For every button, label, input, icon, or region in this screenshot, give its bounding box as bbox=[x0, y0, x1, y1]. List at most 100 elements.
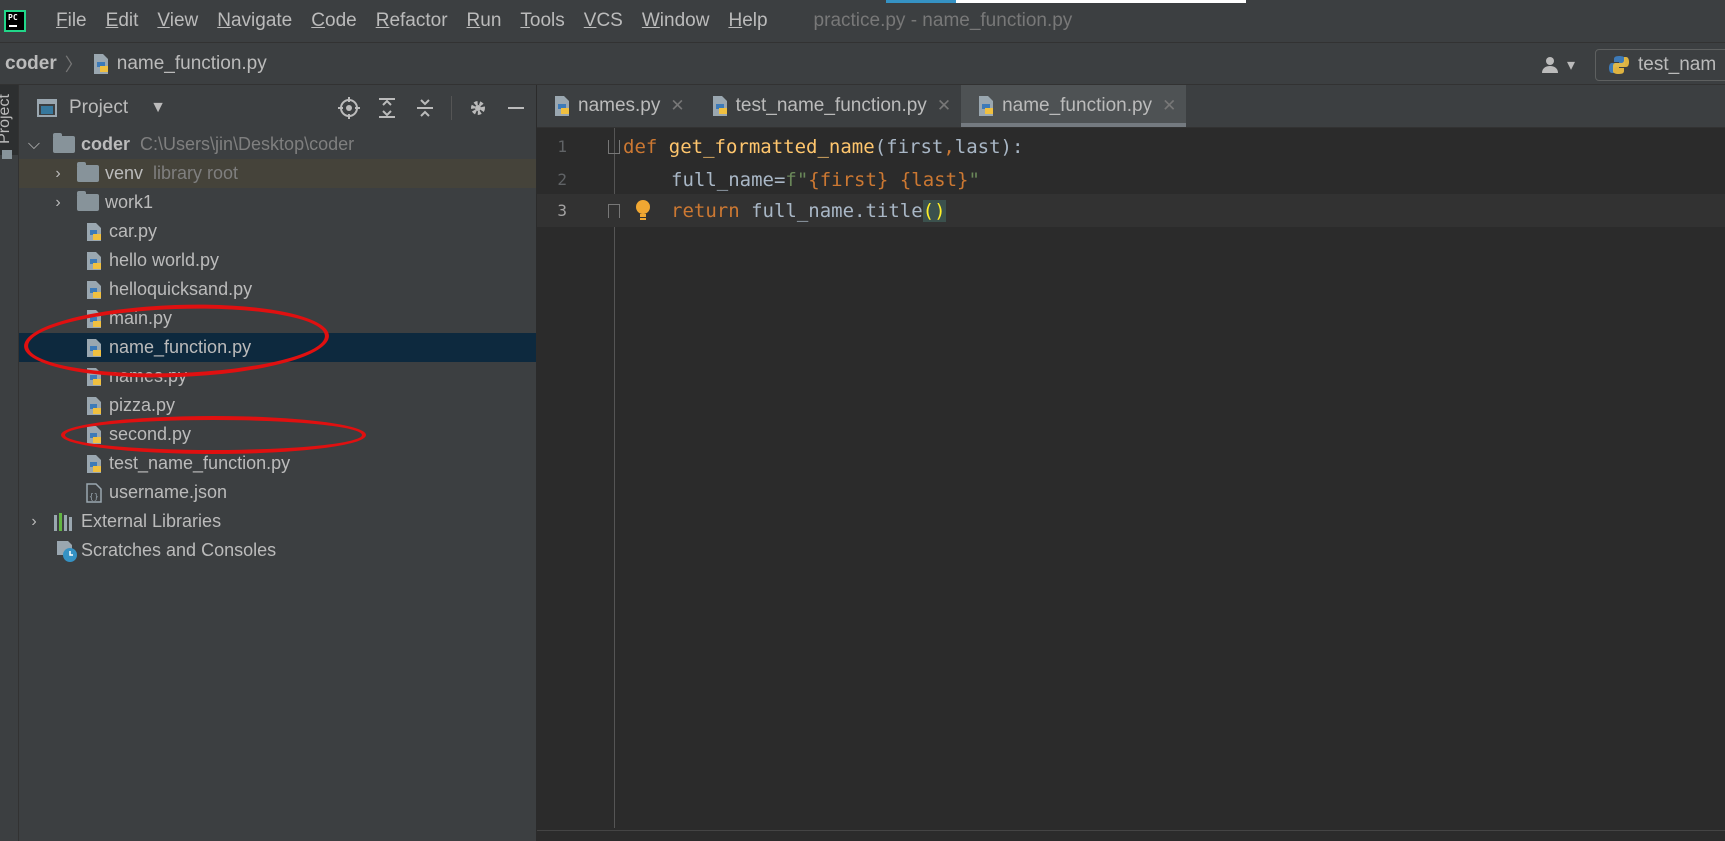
chevron-right-icon[interactable]: › bbox=[27, 513, 41, 531]
chevron-down-icon[interactable]: ▼ bbox=[150, 99, 166, 117]
folder-icon bbox=[53, 133, 75, 153]
menu-bar: PC File Edit View Navigate Code Refactor… bbox=[0, 0, 1725, 42]
toolbar-divider bbox=[451, 95, 452, 120]
tree-item-hello-world-py[interactable]: hello world.py bbox=[19, 246, 536, 275]
line-number: 2 bbox=[557, 170, 567, 189]
code-line-3[interactable]: 3 return full_name.title() bbox=[537, 194, 1725, 227]
tree-item-label: Scratches and Consoles bbox=[81, 540, 277, 560]
project-tab-label: Project bbox=[0, 94, 13, 144]
svg-text:{}: {} bbox=[89, 492, 99, 501]
tree-item-label: work1 bbox=[105, 192, 154, 212]
tree-item-pizza-py[interactable]: pizza.py bbox=[19, 391, 536, 420]
tree-item-label: venv bbox=[105, 163, 144, 183]
expand-all-icon[interactable] bbox=[375, 96, 399, 120]
menu-run[interactable]: Run bbox=[467, 10, 502, 32]
chevron-right-icon[interactable]: › bbox=[51, 165, 65, 183]
tree-item-test-name-function-py[interactable]: test_name_function.py bbox=[19, 449, 536, 478]
run-configuration-selector[interactable]: test_nam bbox=[1595, 48, 1725, 81]
string-token: f" bbox=[785, 168, 809, 191]
chevron-down-icon: ▾ bbox=[1566, 56, 1575, 74]
keyword-token: return bbox=[671, 199, 740, 222]
tab-name-function-py[interactable]: name_function.py ✕ bbox=[961, 85, 1187, 127]
json-file-icon: {} bbox=[86, 482, 102, 503]
menu-view[interactable]: View bbox=[157, 10, 198, 32]
user-icon bbox=[1541, 56, 1558, 73]
tree-item-scratches-and-consoles[interactable]: Scratches and Consoles bbox=[19, 536, 536, 565]
breadcrumb-separator: 〉 bbox=[64, 54, 83, 75]
editor-tab-bar: names.py ✕ test_name_function.py ✕ name_… bbox=[537, 85, 1725, 128]
breadcrumb-file[interactable]: name_function.py bbox=[117, 53, 267, 75]
tree-item-label: hello world.py bbox=[109, 250, 220, 270]
locate-icon[interactable] bbox=[337, 96, 361, 120]
close-icon[interactable]: ✕ bbox=[670, 96, 684, 116]
matched-brace: ) bbox=[934, 199, 946, 222]
chevron-right-icon[interactable]: › bbox=[51, 194, 65, 212]
menu-refactor[interactable]: Refactor bbox=[376, 10, 448, 32]
user-menu-button[interactable]: ▾ bbox=[1541, 55, 1575, 75]
code-line-1[interactable]: 1 def get_formatted_name(first,last): bbox=[537, 130, 1725, 163]
python-file-icon bbox=[87, 454, 101, 473]
line-number: 1 bbox=[557, 137, 567, 156]
menu-help[interactable]: Help bbox=[728, 10, 767, 32]
close-icon[interactable]: ✕ bbox=[937, 96, 951, 116]
python-file-icon bbox=[87, 280, 101, 299]
fold-marker-icon[interactable] bbox=[608, 204, 620, 218]
tab-names-py[interactable]: names.py ✕ bbox=[537, 85, 695, 127]
title-accent-bar-blue bbox=[886, 0, 956, 3]
tree-item-work1[interactable]: › work1 bbox=[19, 188, 536, 217]
python-icon bbox=[1609, 55, 1629, 74]
menu-code[interactable]: Code bbox=[311, 10, 356, 32]
python-file-icon bbox=[979, 96, 994, 116]
pycharm-logo-icon: PC bbox=[4, 10, 26, 32]
tree-item-label: External Libraries bbox=[81, 511, 222, 531]
folder-icon bbox=[77, 191, 99, 211]
tree-item-coder[interactable]: ⌵ coder C:\Users\jin\Desktop\coder bbox=[19, 130, 536, 159]
function-name-token: get_formatted_name bbox=[668, 135, 875, 158]
run-configuration-label: test_nam bbox=[1638, 53, 1717, 75]
collapse-all-icon[interactable] bbox=[413, 96, 437, 120]
tree-item-label: car.py bbox=[109, 221, 158, 241]
menu-edit[interactable]: Edit bbox=[106, 10, 139, 32]
menu-vcs[interactable]: VCS bbox=[584, 10, 623, 32]
code-editor[interactable]: 1 def get_formatted_name(first,last): 2 … bbox=[537, 128, 1725, 841]
minimize-icon[interactable] bbox=[504, 96, 528, 120]
project-panel-toolbar bbox=[337, 85, 528, 130]
menu-tools[interactable]: Tools bbox=[520, 10, 564, 32]
project-panel: Project ▼ ⌵ coder C:\Users\jin\Desktop\c… bbox=[19, 85, 537, 841]
breadcrumb-root[interactable]: coder bbox=[5, 53, 57, 75]
lightbulb-icon[interactable] bbox=[634, 199, 652, 221]
tree-item-external-libraries[interactable]: › External Libraries bbox=[19, 507, 536, 536]
left-tool-strip: Project bbox=[0, 85, 19, 841]
tab-test-name-function-py[interactable]: test_name_function.py ✕ bbox=[695, 85, 961, 127]
tree-item-subtitle: library root bbox=[153, 163, 239, 183]
window-title: practice.py - name_function.py bbox=[813, 10, 1073, 31]
keyword-token: def bbox=[623, 135, 658, 158]
tree-item-venv[interactable]: › venv library root bbox=[19, 159, 536, 188]
tree-item-label: username.json bbox=[109, 482, 228, 502]
gear-icon[interactable] bbox=[466, 96, 490, 120]
tree-item-label: helloquicksand.py bbox=[109, 279, 253, 299]
menu-window[interactable]: Window bbox=[642, 10, 710, 32]
library-icon bbox=[54, 512, 72, 531]
tree-item-helloquicksand-py[interactable]: helloquicksand.py bbox=[19, 275, 536, 304]
python-file-icon bbox=[555, 96, 569, 116]
menu-file[interactable]: File bbox=[56, 10, 87, 32]
tree-item-label: pizza.py bbox=[109, 395, 176, 415]
gutter-divider bbox=[614, 128, 615, 828]
menu-navigate[interactable]: Navigate bbox=[217, 10, 292, 32]
project-tool-window-tab[interactable]: Project bbox=[0, 85, 18, 155]
project-panel-title[interactable]: Project bbox=[69, 97, 128, 119]
project-panel-header: Project ▼ bbox=[19, 85, 536, 130]
python-file-icon bbox=[87, 222, 101, 241]
project-view-icon bbox=[37, 98, 57, 117]
tree-item-car-py[interactable]: car.py bbox=[19, 217, 536, 246]
navbar-right-tools: ▾ test_nam bbox=[1541, 43, 1725, 86]
scratches-icon bbox=[57, 540, 77, 562]
navigation-bar: coder 〉 name_function.py ▾ test_nam bbox=[0, 42, 1725, 85]
tree-item-label: test_name_function.py bbox=[109, 453, 291, 473]
close-icon[interactable]: ✕ bbox=[1162, 96, 1176, 116]
code-line-2[interactable]: 2 full_name=f"{first} {last}" bbox=[537, 163, 1725, 196]
chevron-down-icon[interactable]: ⌵ bbox=[27, 136, 41, 154]
fold-marker-icon[interactable] bbox=[608, 140, 620, 154]
tree-item-username-json[interactable]: {} username.json bbox=[19, 478, 536, 507]
